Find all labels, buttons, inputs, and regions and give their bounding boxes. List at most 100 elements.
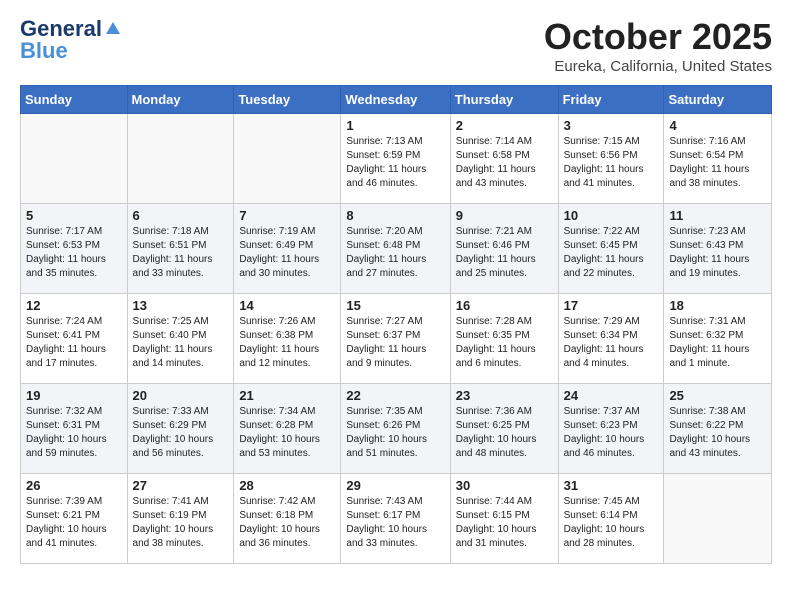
day-info: Sunrise: 7:18 AM Sunset: 6:51 PM Dayligh…: [133, 225, 229, 281]
calendar-cell: 28 Sunrise: 7:42 AM Sunset: 6:18 PM Dayli…: [234, 474, 341, 564]
day-number: 25: [669, 388, 766, 403]
col-monday: Monday: [127, 86, 234, 114]
calendar-cell: 23 Sunrise: 7:36 AM Sunset: 6:25 PM Dayli…: [450, 384, 558, 474]
day-info: Sunrise: 7:34 AM Sunset: 6:28 PM Dayligh…: [239, 405, 335, 461]
calendar-cell: 18 Sunrise: 7:31 AM Sunset: 6:32 PM Dayli…: [664, 294, 772, 384]
day-number: 29: [346, 478, 444, 493]
calendar-cell: 20 Sunrise: 7:33 AM Sunset: 6:29 PM Dayli…: [127, 384, 234, 474]
day-info: Sunrise: 7:43 AM Sunset: 6:17 PM Dayligh…: [346, 495, 444, 551]
day-info: Sunrise: 7:24 AM Sunset: 6:41 PM Dayligh…: [26, 315, 122, 371]
day-info: Sunrise: 7:37 AM Sunset: 6:23 PM Dayligh…: [564, 405, 659, 461]
calendar-header-row: Sunday Monday Tuesday Wednesday Thursday…: [21, 86, 772, 114]
calendar-subtitle: Eureka, California, United States: [544, 58, 772, 75]
day-number: 15: [346, 298, 444, 313]
day-number: 31: [564, 478, 659, 493]
calendar-cell: 19Sunrise: 7:32 AM Sunset: 6:31 PM Dayli…: [21, 384, 128, 474]
day-info: Sunrise: 7:19 AM Sunset: 6:49 PM Dayligh…: [239, 225, 335, 281]
day-number: 3: [564, 118, 659, 133]
calendar-cell: [127, 114, 234, 204]
calendar-cell: 6 Sunrise: 7:18 AM Sunset: 6:51 PM Daylig…: [127, 204, 234, 294]
calendar-cell: [664, 474, 772, 564]
col-thursday: Thursday: [450, 86, 558, 114]
day-info: Sunrise: 7:14 AM Sunset: 6:58 PM Dayligh…: [456, 135, 553, 191]
col-wednesday: Wednesday: [341, 86, 450, 114]
calendar-cell: 7 Sunrise: 7:19 AM Sunset: 6:49 PM Daylig…: [234, 204, 341, 294]
day-number: 12: [26, 298, 122, 313]
day-number: 10: [564, 208, 659, 223]
calendar-cell: 5 Sunrise: 7:17 AM Sunset: 6:53 PM Daylig…: [21, 204, 128, 294]
day-number: 4: [669, 118, 766, 133]
calendar-cell: 3 Sunrise: 7:15 AM Sunset: 6:56 PM Daylig…: [558, 114, 664, 204]
calendar-cell: 25 Sunrise: 7:38 AM Sunset: 6:22 PM Dayli…: [664, 384, 772, 474]
day-number: 23: [456, 388, 553, 403]
day-info: Sunrise: 7:16 AM Sunset: 6:54 PM Dayligh…: [669, 135, 766, 191]
day-info: Sunrise: 7:28 AM Sunset: 6:35 PM Dayligh…: [456, 315, 553, 371]
calendar-cell: 30 Sunrise: 7:44 AM Sunset: 6:15 PM Dayli…: [450, 474, 558, 564]
day-info: Sunrise: 7:38 AM Sunset: 6:22 PM Dayligh…: [669, 405, 766, 461]
day-number: 8: [346, 208, 444, 223]
calendar-cell: 4 Sunrise: 7:16 AM Sunset: 6:54 PM Daylig…: [664, 114, 772, 204]
day-info: Sunrise: 7:36 AM Sunset: 6:25 PM Dayligh…: [456, 405, 553, 461]
day-info: Sunrise: 7:31 AM Sunset: 6:32 PM Dayligh…: [669, 315, 766, 371]
day-number: 6: [133, 208, 229, 223]
day-info: Sunrise: 7:15 AM Sunset: 6:56 PM Dayligh…: [564, 135, 659, 191]
calendar-cell: 24 Sunrise: 7:37 AM Sunset: 6:23 PM Dayli…: [558, 384, 664, 474]
day-number: 7: [239, 208, 335, 223]
calendar-cell: 16 Sunrise: 7:28 AM Sunset: 6:35 PM Dayli…: [450, 294, 558, 384]
day-info: Sunrise: 7:33 AM Sunset: 6:29 PM Dayligh…: [133, 405, 229, 461]
day-info: Sunrise: 7:35 AM Sunset: 6:26 PM Dayligh…: [346, 405, 444, 461]
col-tuesday: Tuesday: [234, 86, 341, 114]
day-number: 16: [456, 298, 553, 313]
day-number: 22: [346, 388, 444, 403]
calendar-week-5: 26Sunrise: 7:39 AM Sunset: 6:21 PM Dayli…: [21, 474, 772, 564]
day-info: Sunrise: 7:41 AM Sunset: 6:19 PM Dayligh…: [133, 495, 229, 551]
logo: General Blue: [20, 16, 122, 60]
col-friday: Friday: [558, 86, 664, 114]
day-number: 20: [133, 388, 229, 403]
day-number: 26: [26, 478, 122, 493]
day-number: 5: [26, 208, 122, 223]
day-info: Sunrise: 7:32 AM Sunset: 6:31 PM Dayligh…: [26, 405, 122, 461]
calendar-cell: 27 Sunrise: 7:41 AM Sunset: 6:19 PM Dayli…: [127, 474, 234, 564]
calendar-cell: 1 Sunrise: 7:13 AM Sunset: 6:59 PM Daylig…: [341, 114, 450, 204]
calendar-cell: 11Sunrise: 7:23 AM Sunset: 6:43 PM Dayli…: [664, 204, 772, 294]
calendar-cell: 9Sunrise: 7:21 AM Sunset: 6:46 PM Daylig…: [450, 204, 558, 294]
calendar-cell: 17 Sunrise: 7:29 AM Sunset: 6:34 PM Dayli…: [558, 294, 664, 384]
page: General Blue October 2025 Eureka, Califo…: [0, 0, 792, 612]
day-number: 27: [133, 478, 229, 493]
logo-triangle-icon: [104, 18, 122, 36]
day-info: Sunrise: 7:44 AM Sunset: 6:15 PM Dayligh…: [456, 495, 553, 551]
calendar-cell: 14Sunrise: 7:26 AM Sunset: 6:38 PM Dayli…: [234, 294, 341, 384]
day-number: 21: [239, 388, 335, 403]
title-block: October 2025 Eureka, California, United …: [544, 16, 772, 75]
day-number: 9: [456, 208, 553, 223]
col-sunday: Sunday: [21, 86, 128, 114]
day-number: 11: [669, 208, 766, 223]
calendar-cell: 29 Sunrise: 7:43 AM Sunset: 6:17 PM Dayli…: [341, 474, 450, 564]
day-number: 24: [564, 388, 659, 403]
calendar-cell: 26Sunrise: 7:39 AM Sunset: 6:21 PM Dayli…: [21, 474, 128, 564]
calendar-cell: [21, 114, 128, 204]
day-info: Sunrise: 7:13 AM Sunset: 6:59 PM Dayligh…: [346, 135, 444, 191]
calendar-cell: 10Sunrise: 7:22 AM Sunset: 6:45 PM Dayli…: [558, 204, 664, 294]
day-number: 13: [133, 298, 229, 313]
day-info: Sunrise: 7:29 AM Sunset: 6:34 PM Dayligh…: [564, 315, 659, 371]
day-info: Sunrise: 7:17 AM Sunset: 6:53 PM Dayligh…: [26, 225, 122, 281]
calendar-week-2: 5 Sunrise: 7:17 AM Sunset: 6:53 PM Daylig…: [21, 204, 772, 294]
day-number: 28: [239, 478, 335, 493]
calendar-cell: 12 Sunrise: 7:24 AM Sunset: 6:41 PM Dayli…: [21, 294, 128, 384]
calendar-week-4: 19Sunrise: 7:32 AM Sunset: 6:31 PM Dayli…: [21, 384, 772, 474]
day-info: Sunrise: 7:25 AM Sunset: 6:40 PM Dayligh…: [133, 315, 229, 371]
day-number: 17: [564, 298, 659, 313]
day-number: 14: [239, 298, 335, 313]
logo-blue: Blue: [20, 42, 68, 60]
calendar-cell: 8Sunrise: 7:20 AM Sunset: 6:48 PM Daylig…: [341, 204, 450, 294]
day-info: Sunrise: 7:42 AM Sunset: 6:18 PM Dayligh…: [239, 495, 335, 551]
col-saturday: Saturday: [664, 86, 772, 114]
calendar-week-1: 1 Sunrise: 7:13 AM Sunset: 6:59 PM Daylig…: [21, 114, 772, 204]
day-number: 18: [669, 298, 766, 313]
day-number: 1: [346, 118, 444, 133]
day-number: 30: [456, 478, 553, 493]
calendar-cell: 22 Sunrise: 7:35 AM Sunset: 6:26 PM Dayli…: [341, 384, 450, 474]
calendar-title: October 2025: [544, 16, 772, 58]
